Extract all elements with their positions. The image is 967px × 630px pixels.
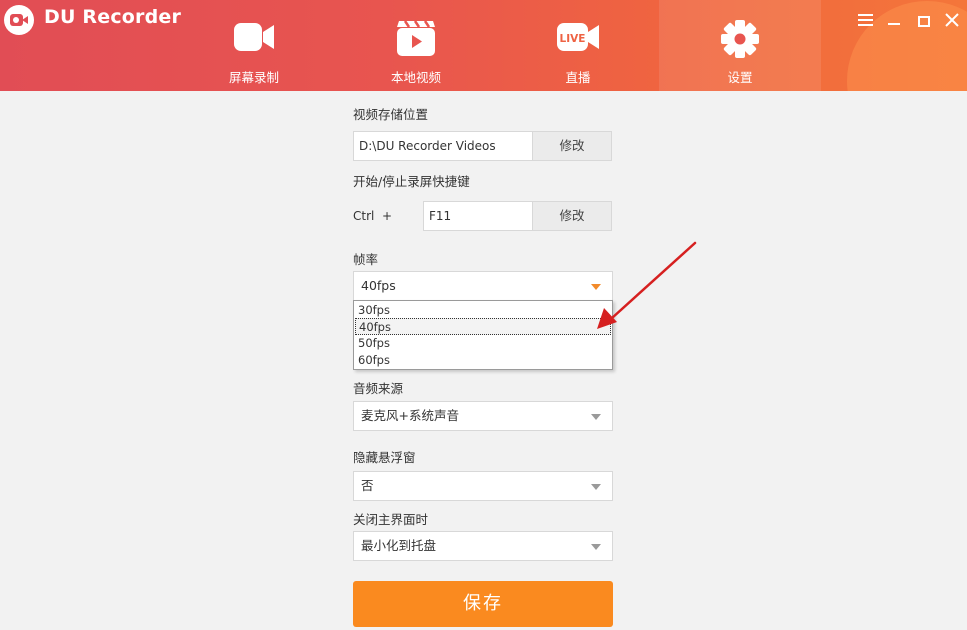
tab-label: 本地视频 [390, 70, 441, 85]
hide-float-window-label: 隐藏悬浮窗 [353, 450, 416, 465]
modify-storage-button[interactable]: 修改 [532, 131, 612, 161]
app-logo-icon [4, 5, 34, 35]
fps-option[interactable]: 50fps [355, 335, 611, 352]
live-icon-text: LIVE [560, 33, 586, 45]
close-icon[interactable] [942, 9, 964, 31]
on-close-label: 关闭主界面时 [353, 512, 429, 527]
gear-icon [721, 20, 759, 58]
maximize-icon[interactable] [914, 9, 936, 31]
modify-hotkey-button[interactable]: 修改 [532, 201, 612, 231]
fps-option[interactable]: 30fps [355, 302, 611, 319]
fps-option[interactable]: 60fps [355, 352, 611, 369]
storage-location-label: 视频存储位置 [353, 107, 429, 122]
menu-icon[interactable] [855, 9, 877, 31]
fps-option-selected[interactable]: 40fps [355, 318, 611, 335]
tab-label: 设置 [727, 70, 753, 85]
app-title: DU Recorder [44, 6, 182, 28]
tab-live[interactable]: LIVE 直播 [497, 0, 659, 91]
fps-selected-value: 40fps [361, 278, 396, 293]
on-close-select[interactable]: 最小化到托盘 [353, 531, 613, 561]
hotkey-key-field[interactable]: F11 [423, 201, 533, 231]
audio-source-value: 麦克风+系统声音 [361, 408, 459, 423]
live-icon: LIVE [557, 23, 599, 51]
on-close-value: 最小化到托盘 [361, 538, 437, 553]
clapperboard-icon [397, 20, 435, 56]
tab-settings[interactable]: 设置 [659, 0, 821, 91]
hide-float-window-select[interactable]: 否 [353, 471, 613, 501]
tab-label: 屏幕录制 [228, 70, 279, 85]
chevron-down-icon [591, 544, 601, 550]
tab-label: 直播 [565, 70, 591, 85]
storage-path-field[interactable]: D:\DU Recorder Videos [353, 131, 533, 161]
audio-source-label: 音频来源 [353, 381, 404, 396]
fps-select[interactable]: 40fps [353, 271, 613, 301]
audio-source-select[interactable]: 麦克风+系统声音 [353, 401, 613, 431]
hotkey-modifier-label: Ctrl + [353, 209, 393, 223]
title-bar: DU Recorder 屏幕录制 本地视频 LIVE 直播 设置 [0, 0, 967, 91]
minimize-icon[interactable] [884, 9, 906, 31]
video-camera-icon [234, 23, 274, 51]
chevron-down-icon [591, 484, 601, 490]
hotkey-label: 开始/停止录屏快捷键 [353, 174, 470, 189]
chevron-down-icon [591, 414, 601, 420]
fps-dropdown-list: 30fps 40fps 50fps 60fps [353, 300, 613, 370]
save-button[interactable]: 保存 [353, 581, 613, 627]
fps-label: 帧率 [353, 252, 379, 267]
tab-screen-record[interactable]: 屏幕录制 [173, 0, 335, 91]
hide-float-window-value: 否 [361, 478, 374, 493]
chevron-down-icon [591, 284, 601, 290]
tab-local-video[interactable]: 本地视频 [335, 0, 497, 91]
